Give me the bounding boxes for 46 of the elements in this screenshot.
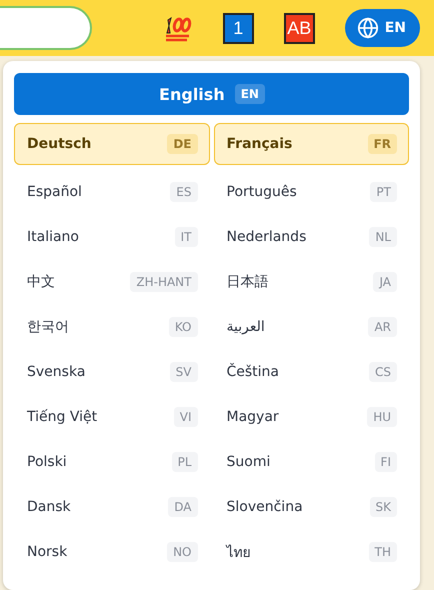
language-option[interactable]: Italiano IT xyxy=(14,214,210,259)
language-option[interactable]: Nederlands NL xyxy=(214,214,409,259)
language-option[interactable]: Français FR xyxy=(214,123,409,165)
language-option[interactable]: Polski PL xyxy=(14,439,210,484)
language-code: DE xyxy=(167,134,198,154)
language-code: CS xyxy=(369,362,397,382)
language-option[interactable]: Tiếng Việt VI xyxy=(14,394,210,439)
language-option[interactable]: Svenska SV xyxy=(14,349,210,394)
language-option[interactable]: Magyar HU xyxy=(214,394,409,439)
language-code: TH xyxy=(368,542,397,562)
language-code: ZH-HANT xyxy=(130,272,198,292)
language-code: EN xyxy=(234,84,265,104)
language-code: ES xyxy=(170,182,198,202)
globe-icon xyxy=(356,17,379,39)
language-code: PT xyxy=(370,182,397,202)
language-option[interactable]: Čeština CS xyxy=(214,349,409,394)
language-option[interactable]: Español ES xyxy=(14,169,210,214)
toolbar-badge[interactable]: AB xyxy=(284,12,315,44)
language-option[interactable]: Dansk DA xyxy=(14,484,210,529)
language-option[interactable]: ไทย TH xyxy=(214,529,409,574)
language-option[interactable]: 日本語 JA xyxy=(214,259,409,304)
language-option[interactable]: Suomi FI xyxy=(214,439,409,484)
language-code: VI xyxy=(174,406,198,426)
language-code: NL xyxy=(369,226,397,246)
language-code: HU xyxy=(367,406,397,426)
language-option[interactable]: 中文 ZH-HANT xyxy=(14,259,210,304)
toolbar-badge[interactable]: 1 xyxy=(222,12,254,44)
language-option[interactable]: Slovenčina SK xyxy=(214,484,409,529)
search-field[interactable] xyxy=(0,6,92,50)
language-code: FR xyxy=(368,134,397,154)
language-code: AR xyxy=(368,316,397,336)
language-option[interactable]: Deutsch DE xyxy=(14,123,210,165)
language-code: PL xyxy=(172,452,198,472)
language-code: IT xyxy=(174,226,198,246)
language-option[interactable]: Português PT xyxy=(214,169,409,214)
language-option[interactable]: English EN xyxy=(14,73,409,115)
language-option[interactable]: Norsk NO xyxy=(14,529,210,574)
language-code: SV xyxy=(170,362,198,382)
language-button[interactable]: EN xyxy=(344,9,420,47)
language-code: JA xyxy=(373,272,397,292)
language-option[interactable]: 한국어 KO xyxy=(14,304,210,349)
language-code: DA xyxy=(168,496,198,516)
language-code: SK xyxy=(370,496,397,516)
language-code: NO xyxy=(167,542,198,562)
language-code: FI xyxy=(374,452,397,472)
language-code: KO xyxy=(168,316,198,336)
